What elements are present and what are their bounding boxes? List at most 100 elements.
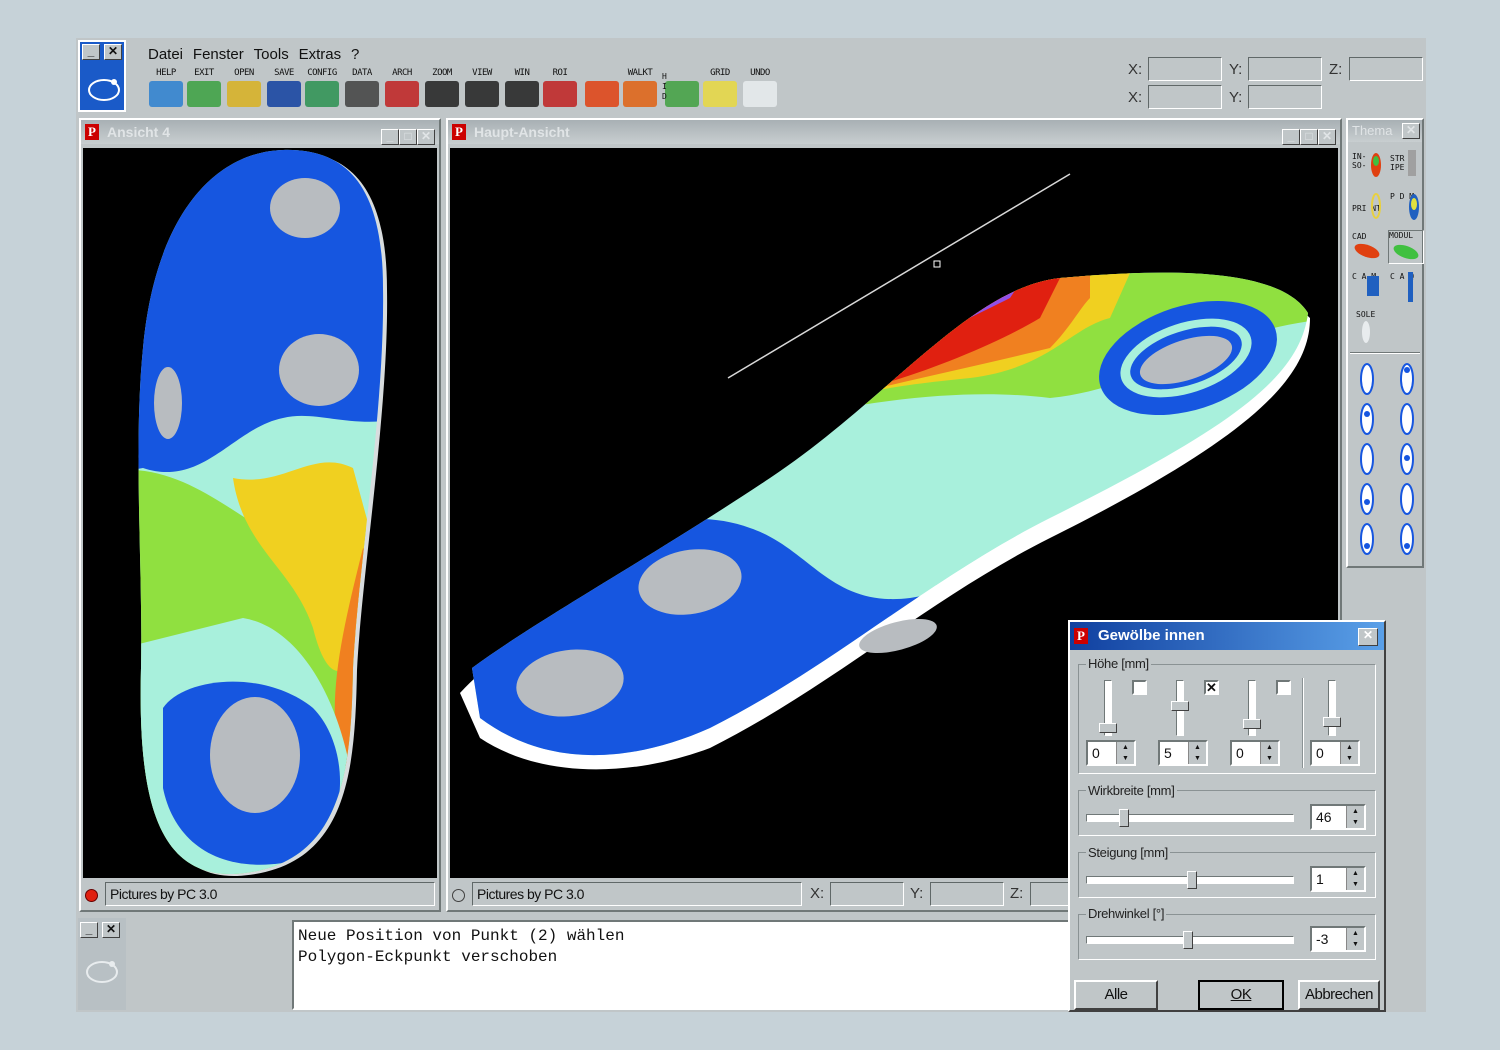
ansicht-4-close-button[interactable]: ✕ — [417, 129, 435, 145]
window-ansicht-4-titlebar[interactable]: P Ansicht 4 _ □ ✕ — [81, 120, 439, 145]
theme-caq-button[interactable]: C A Q — [1390, 272, 1420, 302]
foot-region-button[interactable] — [1398, 362, 1416, 396]
toolbar-button-zoom[interactable]: ZOOM — [422, 68, 462, 107]
width-slider[interactable] — [1086, 809, 1294, 827]
height-spinbox[interactable]: 0 ▲ ▼ — [1086, 740, 1136, 766]
console-minimize-button[interactable]: _ — [80, 922, 98, 938]
theme-insole-button[interactable]: IN- SO- LE — [1352, 152, 1382, 177]
foot-region-button[interactable] — [1398, 482, 1416, 516]
menu-item-extras[interactable]: Extras — [299, 46, 342, 63]
height-slider-thumb[interactable] — [1171, 701, 1189, 711]
toolbar-button-grid[interactable]: GRID — [700, 68, 740, 107]
spin-arrows-icon[interactable]: ▲ ▼ — [1346, 806, 1364, 828]
height-slider[interactable] — [1323, 680, 1341, 736]
toolbar-button-arch[interactable]: ARCH — [382, 68, 422, 107]
ansicht-4-maximize-button[interactable]: □ — [399, 129, 417, 145]
height-slider[interactable] — [1243, 680, 1261, 736]
spin-arrows-icon[interactable]: ▲ ▼ — [1188, 742, 1206, 764]
haupt-ansicht-maximize-button[interactable]: □ — [1300, 129, 1318, 145]
theme-pdm-button[interactable]: P D M — [1390, 192, 1420, 220]
foot-region-button[interactable] — [1358, 402, 1376, 436]
spin-arrows-icon[interactable]: ▲ ▼ — [1346, 928, 1364, 950]
theme-cam-button[interactable]: C A M — [1352, 272, 1382, 296]
toolbar-button-undo[interactable]: UNDO — [740, 68, 780, 107]
theme-close-button[interactable]: ✕ — [1402, 123, 1420, 139]
app-minimize-button[interactable]: _ — [82, 44, 100, 60]
ansicht-4-minimize-button[interactable]: _ — [381, 129, 399, 145]
foot-region-button[interactable] — [1398, 442, 1416, 476]
width-slider-thumb[interactable] — [1119, 809, 1129, 827]
toolbar-button-label: HELP — [156, 68, 176, 78]
status-x-label: X: — [810, 885, 825, 902]
height-checkbox[interactable] — [1132, 680, 1147, 695]
dialog-titlebar[interactable]: P Gewölbe innen ✕ — [1070, 622, 1384, 650]
toolbar-button-insole-colormap[interactable] — [582, 68, 622, 107]
caq-caliper-icon — [1408, 272, 1413, 302]
ok-button[interactable]: OK — [1198, 980, 1284, 1010]
slope-slider-thumb[interactable] — [1187, 871, 1197, 889]
cancel-button[interactable]: Abbrechen — [1298, 980, 1380, 1010]
window-ansicht-4: P Ansicht 4 _ □ ✕ Pictures by PC 3.0 — [79, 118, 441, 912]
toolbar-button-roi[interactable]: ROI — [540, 68, 580, 107]
height-spinbox[interactable]: 0 ▲ ▼ — [1230, 740, 1280, 766]
foot-region-button[interactable] — [1358, 442, 1376, 476]
window-haupt-ansicht-title: Haupt-Ansicht — [474, 124, 570, 140]
toolbar-button-exit[interactable]: EXIT — [184, 68, 224, 107]
pdm-foot-icon — [1409, 194, 1419, 220]
spin-arrows-icon[interactable]: ▲ ▼ — [1346, 868, 1364, 890]
height-slider-thumb[interactable] — [1323, 717, 1341, 727]
height-spinbox[interactable]: 5 ▲ ▼ — [1158, 740, 1208, 766]
rotation-slider[interactable] — [1086, 931, 1294, 949]
height-slider[interactable] — [1171, 680, 1189, 736]
view-glasses-icon — [465, 81, 499, 107]
width-spinbox[interactable]: 46 ▲ ▼ — [1310, 804, 1366, 830]
toolbar-button-view[interactable]: VIEW — [462, 68, 502, 107]
toolbar-button-data[interactable]: DATA — [342, 68, 382, 107]
slope-spinbox[interactable]: 1 ▲ ▼ — [1310, 866, 1366, 892]
theme-stripe-button[interactable]: STR IPE — [1390, 150, 1420, 176]
ansicht-4-viewport[interactable] — [83, 148, 437, 878]
height-slider[interactable] — [1099, 680, 1117, 736]
cad-insole-icon — [1354, 243, 1380, 259]
foot-region-button[interactable] — [1358, 482, 1376, 516]
spin-arrows-icon[interactable]: ▲ ▼ — [1260, 742, 1278, 764]
foot-region-button[interactable] — [1358, 522, 1376, 556]
foot-region-button[interactable] — [1398, 522, 1416, 556]
rotation-value: -3 — [1316, 931, 1329, 947]
rotation-spinbox[interactable]: -3 ▲ ▼ — [1310, 926, 1366, 952]
toolbar-button-walkt[interactable]: WALKT — [620, 68, 660, 107]
toolbar-button-win[interactable]: WIN — [502, 68, 542, 107]
rotation-slider-thumb[interactable] — [1183, 931, 1193, 949]
spin-arrows-icon[interactable]: ▲ ▼ — [1340, 742, 1358, 764]
height-checkbox[interactable]: ✕ — [1204, 680, 1219, 695]
foot-region-button[interactable] — [1358, 362, 1376, 396]
height-slider-thumb[interactable] — [1099, 723, 1117, 733]
toolbar-button-open[interactable]: OPEN — [224, 68, 264, 107]
console-close-button[interactable]: ✕ — [102, 922, 120, 938]
menu-item-datei[interactable]: Datei — [148, 46, 183, 63]
dialog-close-button[interactable]: ✕ — [1358, 628, 1378, 646]
menu-item-help[interactable]: ? — [351, 46, 359, 63]
app-close-button[interactable]: ✕ — [104, 44, 122, 60]
control-point-handle[interactable] — [933, 260, 941, 268]
theme-sole-button[interactable]: SOLE — [1356, 310, 1386, 343]
height-slider-thumb[interactable] — [1243, 719, 1261, 729]
all-button[interactable]: Alle — [1074, 980, 1158, 1010]
menu-item-tools[interactable]: Tools — [254, 46, 289, 63]
toolbar-button-help[interactable]: HELP — [146, 68, 186, 107]
slope-slider[interactable] — [1086, 871, 1294, 889]
theme-print-button[interactable]: PRI NT — [1352, 193, 1382, 219]
toolbar-button-config[interactable]: CONFIG — [302, 68, 342, 107]
haupt-ansicht-close-button[interactable]: ✕ — [1318, 129, 1336, 145]
window-haupt-ansicht-titlebar[interactable]: P Haupt-Ansicht _ □ ✕ — [448, 120, 1340, 145]
status-y-label: Y: — [910, 885, 924, 902]
height-checkbox[interactable] — [1276, 680, 1291, 695]
height-spinbox[interactable]: 0 ▲ ▼ — [1310, 740, 1360, 766]
foot-region-button[interactable] — [1398, 402, 1416, 436]
theme-cad-button[interactable]: CAD — [1352, 232, 1386, 259]
menu-item-fenster[interactable]: Fenster — [193, 46, 244, 63]
theme-modul-button[interactable]: MODUL — [1388, 230, 1424, 264]
toolbar-button-save[interactable]: SAVE — [264, 68, 304, 107]
spin-arrows-icon[interactable]: ▲ ▼ — [1116, 742, 1134, 764]
haupt-ansicht-minimize-button[interactable]: _ — [1282, 129, 1300, 145]
